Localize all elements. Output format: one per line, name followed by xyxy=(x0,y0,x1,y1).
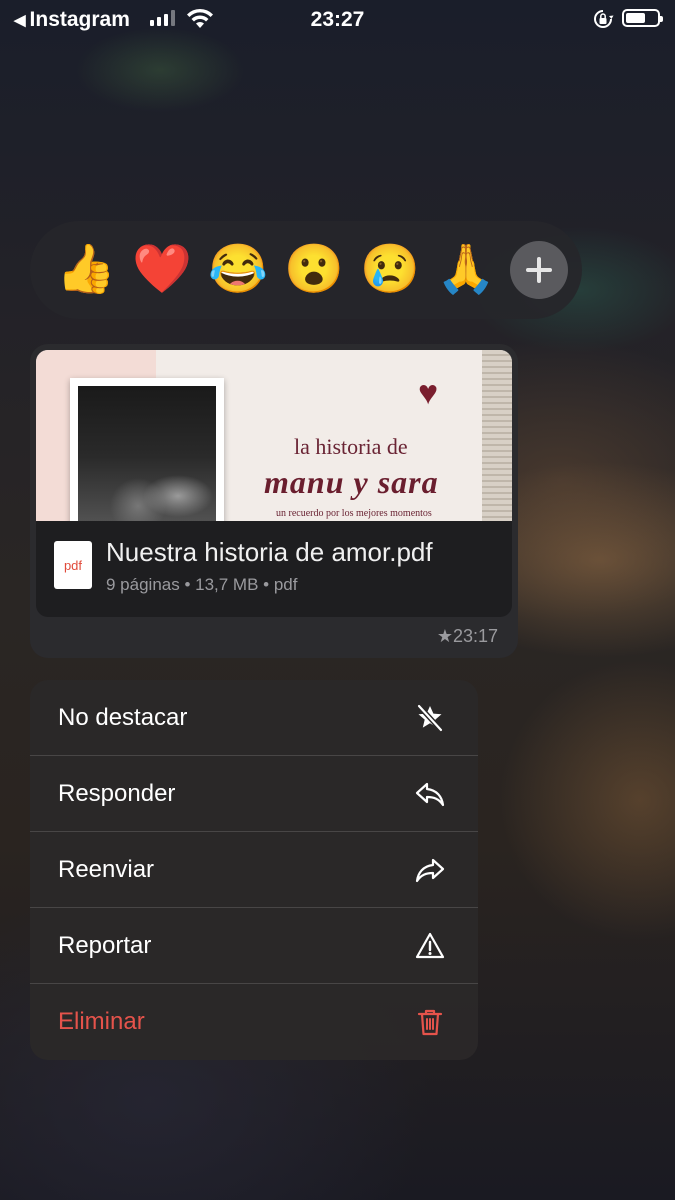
reply-icon xyxy=(415,782,445,807)
reaction-surprised[interactable]: 😮 xyxy=(276,221,352,319)
file-attachment[interactable]: pdf Nuestra historia de amor.pdf 9 págin… xyxy=(36,521,512,617)
document-preview[interactable]: ♥ la historia de manu y sara un recuerdo… xyxy=(36,350,512,521)
status-bar: ◀ Instagram 23:27 xyxy=(0,0,675,40)
photo-image xyxy=(78,386,216,521)
reaction-laughing[interactable]: 😂 xyxy=(200,221,276,319)
message-bubble[interactable]: ♥ la historia de manu y sara un recuerdo… xyxy=(30,344,518,658)
reaction-crying[interactable]: 😢 xyxy=(352,221,428,319)
reaction-heart[interactable]: ❤️ xyxy=(124,221,200,319)
reaction-bar: 👍 ❤️ 😂 😮 😢 🙏 xyxy=(30,221,582,319)
message-timestamp: ★23:17 xyxy=(436,626,498,646)
unstar-icon xyxy=(417,704,443,732)
couple-photo xyxy=(70,378,224,521)
status-time: 23:27 xyxy=(310,8,365,31)
warning-icon xyxy=(415,932,445,959)
preview-title-names: manu y sara xyxy=(264,464,439,500)
preview-title-line1: la historia de xyxy=(294,434,408,459)
pdf-file-icon: pdf xyxy=(54,541,92,589)
preview-subtitle: un recuerdo por los mejores momentos xyxy=(276,508,432,519)
menu-item-delete[interactable]: Eliminar xyxy=(30,984,478,1060)
battery-fill xyxy=(626,13,646,23)
newspaper-collage xyxy=(482,350,512,521)
menu-item-label: Eliminar xyxy=(58,1008,145,1035)
menu-item-unstar[interactable]: No destacar xyxy=(30,680,478,756)
more-reactions-button[interactable] xyxy=(510,241,568,299)
menu-item-reply[interactable]: Responder xyxy=(30,756,478,832)
reaction-thumbs-up[interactable]: 👍 xyxy=(48,221,124,319)
menu-item-label: No destacar xyxy=(58,703,188,731)
file-name: Nuestra historia de amor.pdf xyxy=(106,537,433,567)
menu-item-forward[interactable]: Reenviar xyxy=(30,832,478,908)
menu-item-label: Reportar xyxy=(58,931,152,959)
trash-icon xyxy=(417,1009,443,1036)
battery-icon xyxy=(622,9,663,27)
battery-tip xyxy=(660,16,663,22)
plus-icon xyxy=(526,257,552,283)
menu-item-label: Responder xyxy=(58,779,176,807)
forward-icon xyxy=(415,858,445,883)
heart-icon: ♥ xyxy=(418,374,439,412)
menu-item-label: Reenviar xyxy=(58,855,155,883)
reaction-praying[interactable]: 🙏 xyxy=(428,221,504,319)
menu-item-report[interactable]: Reportar xyxy=(30,908,478,984)
file-meta: 9 páginas • 13,7 MB • pdf xyxy=(106,575,298,594)
context-menu: No destacar Responder Reenviar Reportar … xyxy=(30,680,478,1060)
rotation-lock-icon xyxy=(594,10,614,28)
